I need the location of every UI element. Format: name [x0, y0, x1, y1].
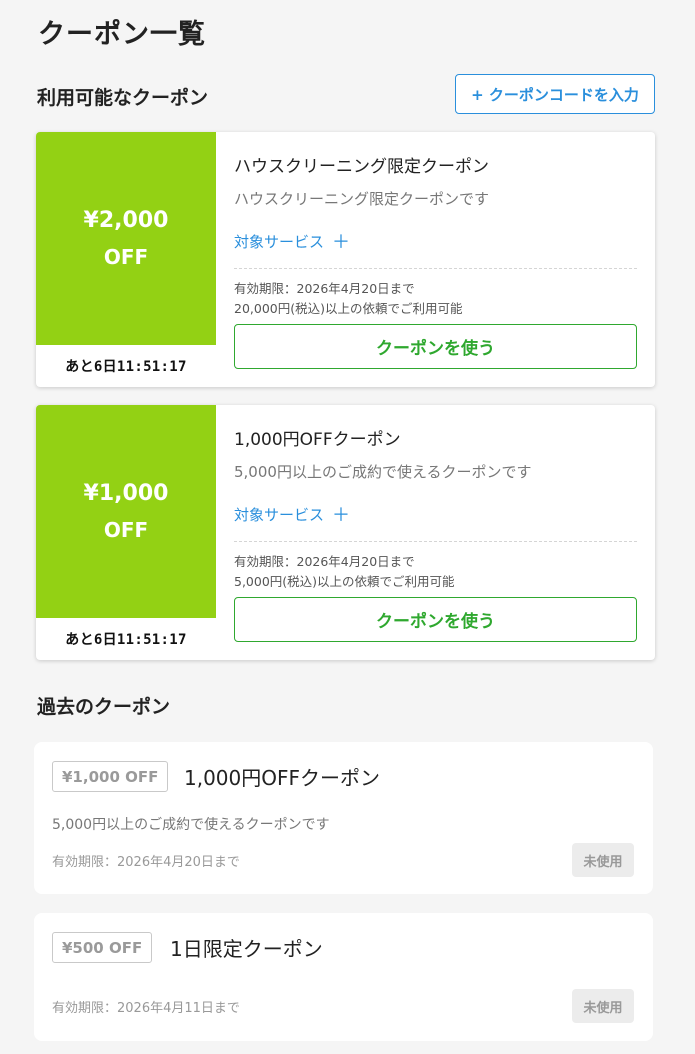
past-coupon-expiry: 有効期限：2026年4月11日まで — [52, 1001, 240, 1016]
plus-icon: ＋ — [332, 232, 351, 253]
past-coupon-expiry: 有効期限：2026年4月20日まで — [52, 855, 240, 870]
past-coupon-card: ¥1,000 OFF 1,000円OFFクーポン 5,000円以上のご成約で使え… — [34, 742, 653, 894]
past-coupon-badge: ¥500 OFF — [52, 932, 153, 963]
coupon-details: ハウスクリーニング限定クーポン ハウスクリーニング限定クーポンです 対象サービス… — [234, 132, 637, 387]
available-coupons-heading: 利用可能なクーポン — [37, 87, 209, 109]
dashed-divider — [234, 541, 637, 542]
coupon-amount: ¥2,000 — [83, 207, 169, 233]
coupon-expiry: 有効期限：2026年4月20日まで — [234, 281, 415, 296]
coupon-details: 1,000円OFFクーポン 5,000円以上のご成約で使えるクーポンです 対象サ… — [234, 405, 637, 660]
coupon-off-label: OFF — [103, 244, 149, 269]
coupon-description: ハウスクリーニング限定クーポンです — [234, 190, 490, 208]
target-service-toggle[interactable]: 対象サービス ＋ — [234, 228, 350, 254]
coupon-card: ¥2,000 OFF あと6日11:51:17 ハウスクリーニング限定クーポン … — [36, 132, 655, 387]
coupon-condition: 5,000円(税込)以上の依頼でご利用可能 — [234, 574, 455, 589]
coupon-card: ¥1,000 OFF あと6日11:51:17 1,000円OFFクーポン 5,… — [36, 405, 655, 660]
target-service-label: 対象サービス — [234, 232, 325, 251]
enter-coupon-code-button[interactable]: + クーポンコードを入力 — [455, 74, 655, 114]
coupon-condition: 20,000円(税込)以上の依頼でご利用可能 — [234, 301, 463, 316]
past-coupon-card: ¥500 OFF 1日限定クーポン 有効期限：2026年4月11日まで 未使用 — [34, 913, 653, 1041]
target-service-toggle[interactable]: 対象サービス ＋ — [234, 501, 350, 527]
status-badge: 未使用 — [572, 989, 634, 1023]
past-coupon-badge: ¥1,000 OFF — [52, 761, 169, 792]
coupon-discount-panel: ¥1,000 OFF — [36, 405, 216, 618]
coupon-expiry: 有効期限：2026年4月20日まで — [234, 554, 415, 569]
past-coupons-heading: 過去のクーポン — [37, 696, 171, 718]
coupon-countdown: あと6日11:51:17 — [65, 359, 187, 375]
coupon-amount: ¥1,000 — [83, 480, 169, 506]
coupon-name: ハウスクリーニング限定クーポン — [234, 157, 489, 177]
page-title: クーポン一覧 — [38, 19, 206, 50]
coupon-countdown: あと6日11:51:17 — [65, 632, 187, 648]
use-coupon-button[interactable]: クーポンを使う — [234, 597, 637, 642]
target-service-label: 対象サービス — [234, 505, 325, 524]
dashed-divider — [234, 268, 637, 269]
coupon-description: 5,000円以上のご成約で使えるクーポンです — [234, 463, 532, 481]
past-coupon-description: 5,000円以上のご成約で使えるクーポンです — [52, 817, 330, 833]
plus-icon: ＋ — [332, 505, 351, 526]
past-coupon-name: 1日限定クーポン — [170, 937, 323, 961]
coupon-name: 1,000円OFFクーポン — [234, 430, 401, 450]
past-coupon-name: 1,000円OFFクーポン — [184, 766, 381, 790]
coupon-off-label: OFF — [103, 517, 149, 542]
status-badge: 未使用 — [572, 843, 634, 877]
use-coupon-button[interactable]: クーポンを使う — [234, 324, 637, 369]
coupon-discount-panel: ¥2,000 OFF — [36, 132, 216, 345]
